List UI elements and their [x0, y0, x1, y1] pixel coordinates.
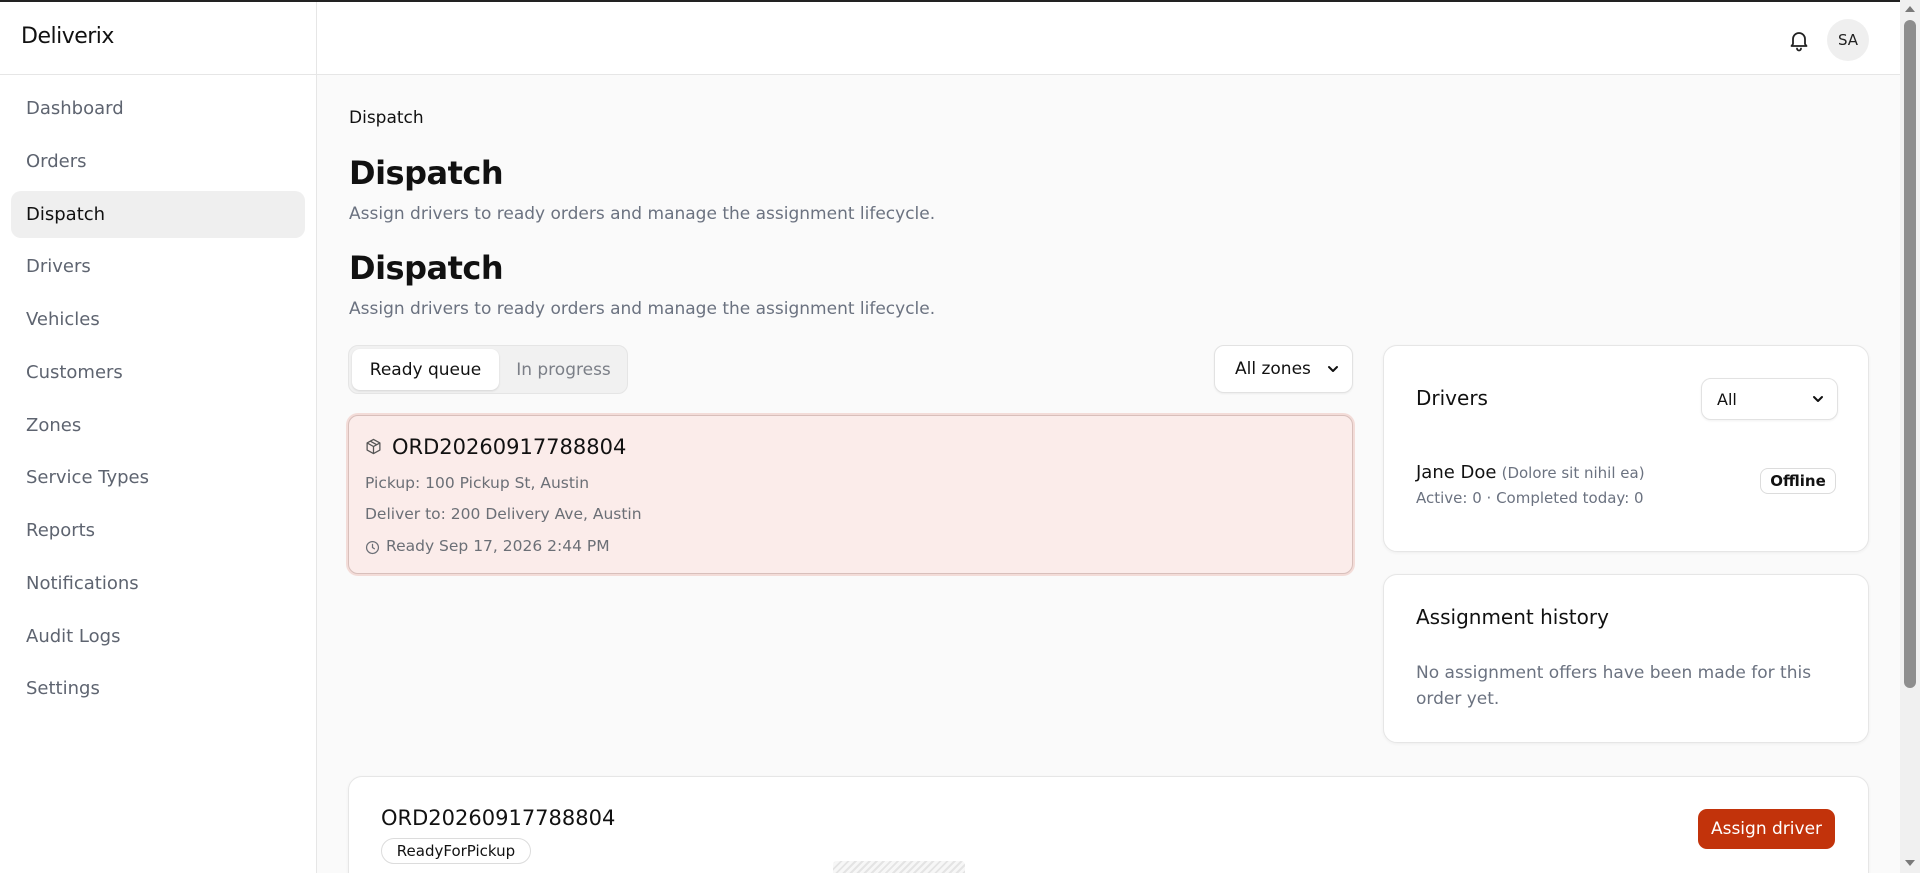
- order-card[interactable]: ORD20260917788804 Pickup: 100 Pickup St,…: [348, 415, 1353, 574]
- breadcrumb: Dispatch: [349, 108, 424, 128]
- sidebar-item-dashboard[interactable]: Dashboard: [11, 85, 305, 132]
- sidebar-item-service-types[interactable]: Service Types: [11, 454, 305, 501]
- driver-stats: Active: 0 · Completed today: 0: [1416, 489, 1644, 507]
- zone-filter-value: All zones: [1235, 359, 1311, 379]
- scroll-up-icon[interactable]: [1905, 6, 1915, 12]
- chevron-down-icon: [1328, 366, 1338, 372]
- map-placeholder: [833, 861, 965, 873]
- sidebar-item-orders[interactable]: Orders: [11, 138, 305, 185]
- sidebar-item-drivers[interactable]: Drivers: [11, 243, 305, 290]
- brand-logo[interactable]: Deliverix: [21, 24, 114, 49]
- sidebar-item-settings[interactable]: Settings: [11, 665, 305, 712]
- sidebar: Dashboard Orders Dispatch Drivers Vehicl…: [0, 75, 317, 873]
- scroll-down-icon[interactable]: [1905, 860, 1915, 866]
- driver-name: Jane Doe: [1416, 462, 1497, 483]
- drivers-title: Drivers: [1416, 386, 1488, 410]
- page-scrollbar[interactable]: [1900, 0, 1920, 873]
- section-subtitle: Assign drivers to ready orders and manag…: [349, 299, 936, 319]
- bell-icon[interactable]: [1787, 28, 1811, 52]
- driver-filter-value: All: [1717, 389, 1737, 409]
- page-subtitle: Assign drivers to ready orders and manag…: [349, 204, 936, 224]
- driver-row[interactable]: Jane Doe (Dolore sit nihil ea) Active: 0…: [1416, 462, 1836, 512]
- assignment-history-panel: Assignment history No assignment offers …: [1383, 574, 1869, 743]
- zone-filter-select[interactable]: All zones: [1214, 345, 1353, 393]
- section-title: Dispatch: [349, 249, 504, 287]
- sidebar-item-dispatch[interactable]: Dispatch: [11, 191, 305, 238]
- assignment-history-title: Assignment history: [1416, 605, 1609, 629]
- drivers-panel: Drivers All Jane Doe (Dolore sit nihil e…: [1383, 345, 1869, 552]
- chevron-down-icon: [1813, 396, 1823, 402]
- order-deliver: Deliver to: 200 Delivery Ave, Austin: [365, 505, 642, 523]
- driver-filter-select[interactable]: All: [1701, 378, 1838, 420]
- sidebar-item-customers[interactable]: Customers: [11, 349, 305, 396]
- status-badge: Offline: [1760, 468, 1836, 494]
- clock-icon: [365, 540, 380, 555]
- order-detail-card: ORD20260917788804 ReadyForPickup: [348, 776, 1869, 873]
- package-icon: [366, 438, 381, 455]
- assign-driver-button[interactable]: Assign driver: [1698, 809, 1835, 849]
- order-pickup: Pickup: 100 Pickup St, Austin: [365, 474, 590, 492]
- scrollbar-thumb[interactable]: [1904, 20, 1916, 688]
- order-status-badge: ReadyForPickup: [381, 838, 531, 864]
- driver-note: (Dolore sit nihil ea): [1501, 464, 1645, 482]
- avatar[interactable]: SA: [1827, 19, 1869, 61]
- divider: [316, 2, 317, 77]
- sidebar-item-reports[interactable]: Reports: [11, 507, 305, 554]
- assignment-history-empty: No assignment offers have been made for …: [1416, 663, 1812, 709]
- sidebar-item-zones[interactable]: Zones: [11, 402, 305, 449]
- top-bar: Deliverix SA: [0, 0, 1900, 77]
- sidebar-item-audit-logs[interactable]: Audit Logs: [11, 613, 305, 660]
- tab-ready-queue[interactable]: Ready queue: [352, 349, 499, 390]
- page-title: Dispatch: [349, 154, 504, 192]
- queue-tabs: Ready queue In progress: [348, 345, 628, 394]
- order-id: ORD20260917788804: [392, 435, 627, 459]
- sidebar-item-vehicles[interactable]: Vehicles: [11, 296, 305, 343]
- sidebar-item-notifications[interactable]: Notifications: [11, 560, 305, 607]
- order-ready-time: Ready Sep 17, 2026 2:44 PM: [386, 537, 610, 555]
- tab-in-progress[interactable]: In progress: [502, 349, 625, 390]
- detail-order-id: ORD20260917788804: [381, 806, 616, 830]
